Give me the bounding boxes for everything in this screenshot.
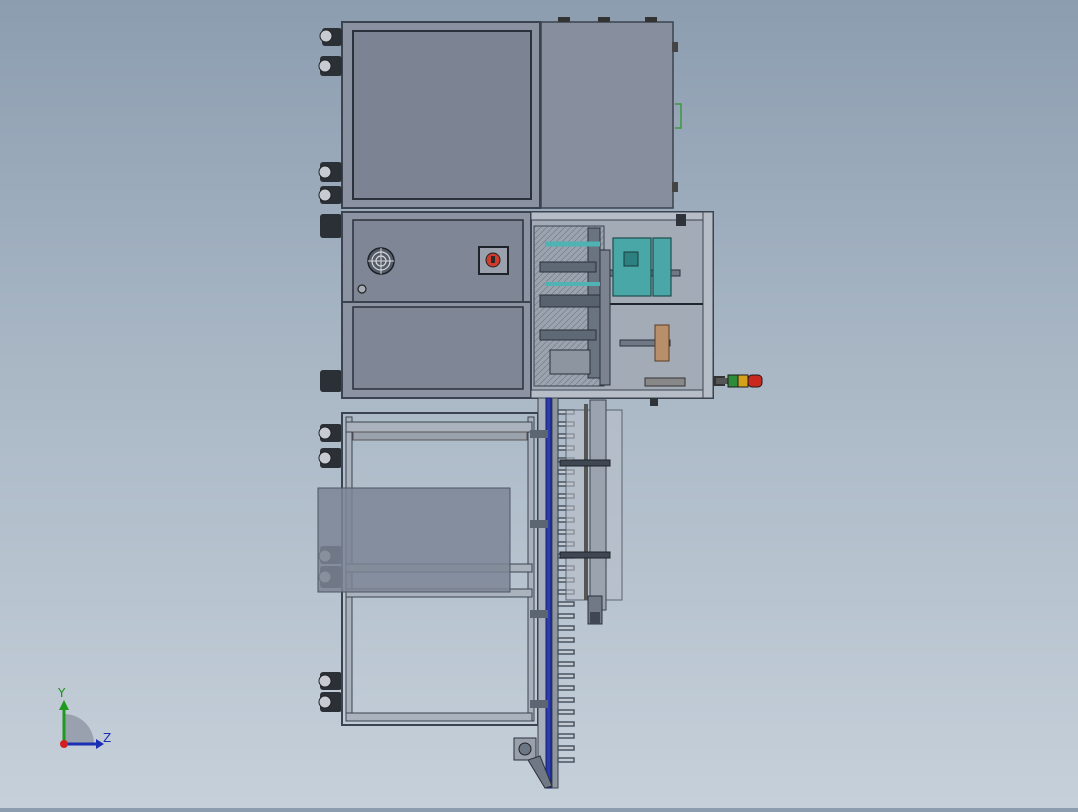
conveyor-tooth <box>557 625 575 631</box>
conveyor-tooth <box>557 745 575 751</box>
top-cabinet <box>341 17 682 209</box>
side-carriage <box>559 399 623 625</box>
fan-grille-icon <box>367 247 395 275</box>
mechanism-frame <box>530 211 725 406</box>
triad-z-label: Z <box>103 731 112 745</box>
motor-icon <box>654 324 670 362</box>
conveyor-tooth <box>557 637 575 643</box>
emergency-stop-icon[interactable] <box>478 246 509 275</box>
cad-viewport[interactable]: Y Z <box>0 0 1078 808</box>
bottom-panel <box>317 487 511 593</box>
triad-y-label: Y <box>58 686 66 700</box>
conveyor-tooth <box>557 601 575 607</box>
conveyor-tooth <box>557 709 575 715</box>
conveyor-tooth <box>557 649 575 655</box>
conveyor-tooth <box>557 757 575 763</box>
cabinet-handle-icon <box>675 103 682 129</box>
bottom-frame <box>317 412 539 726</box>
coordinate-triad <box>59 700 104 749</box>
caster-wheel-icon <box>318 28 342 712</box>
cad-drawing <box>59 17 763 789</box>
conveyor-tooth <box>557 661 575 667</box>
middle-cabinet <box>341 211 533 399</box>
conveyor-tooth <box>557 673 575 679</box>
indicator-lamp-icon <box>357 284 367 294</box>
conveyor-tooth <box>557 733 575 739</box>
conveyor-tooth <box>557 721 575 727</box>
conveyor-tooth <box>557 613 575 619</box>
conveyor-tooth <box>557 697 575 703</box>
conveyor-tooth <box>557 685 575 691</box>
